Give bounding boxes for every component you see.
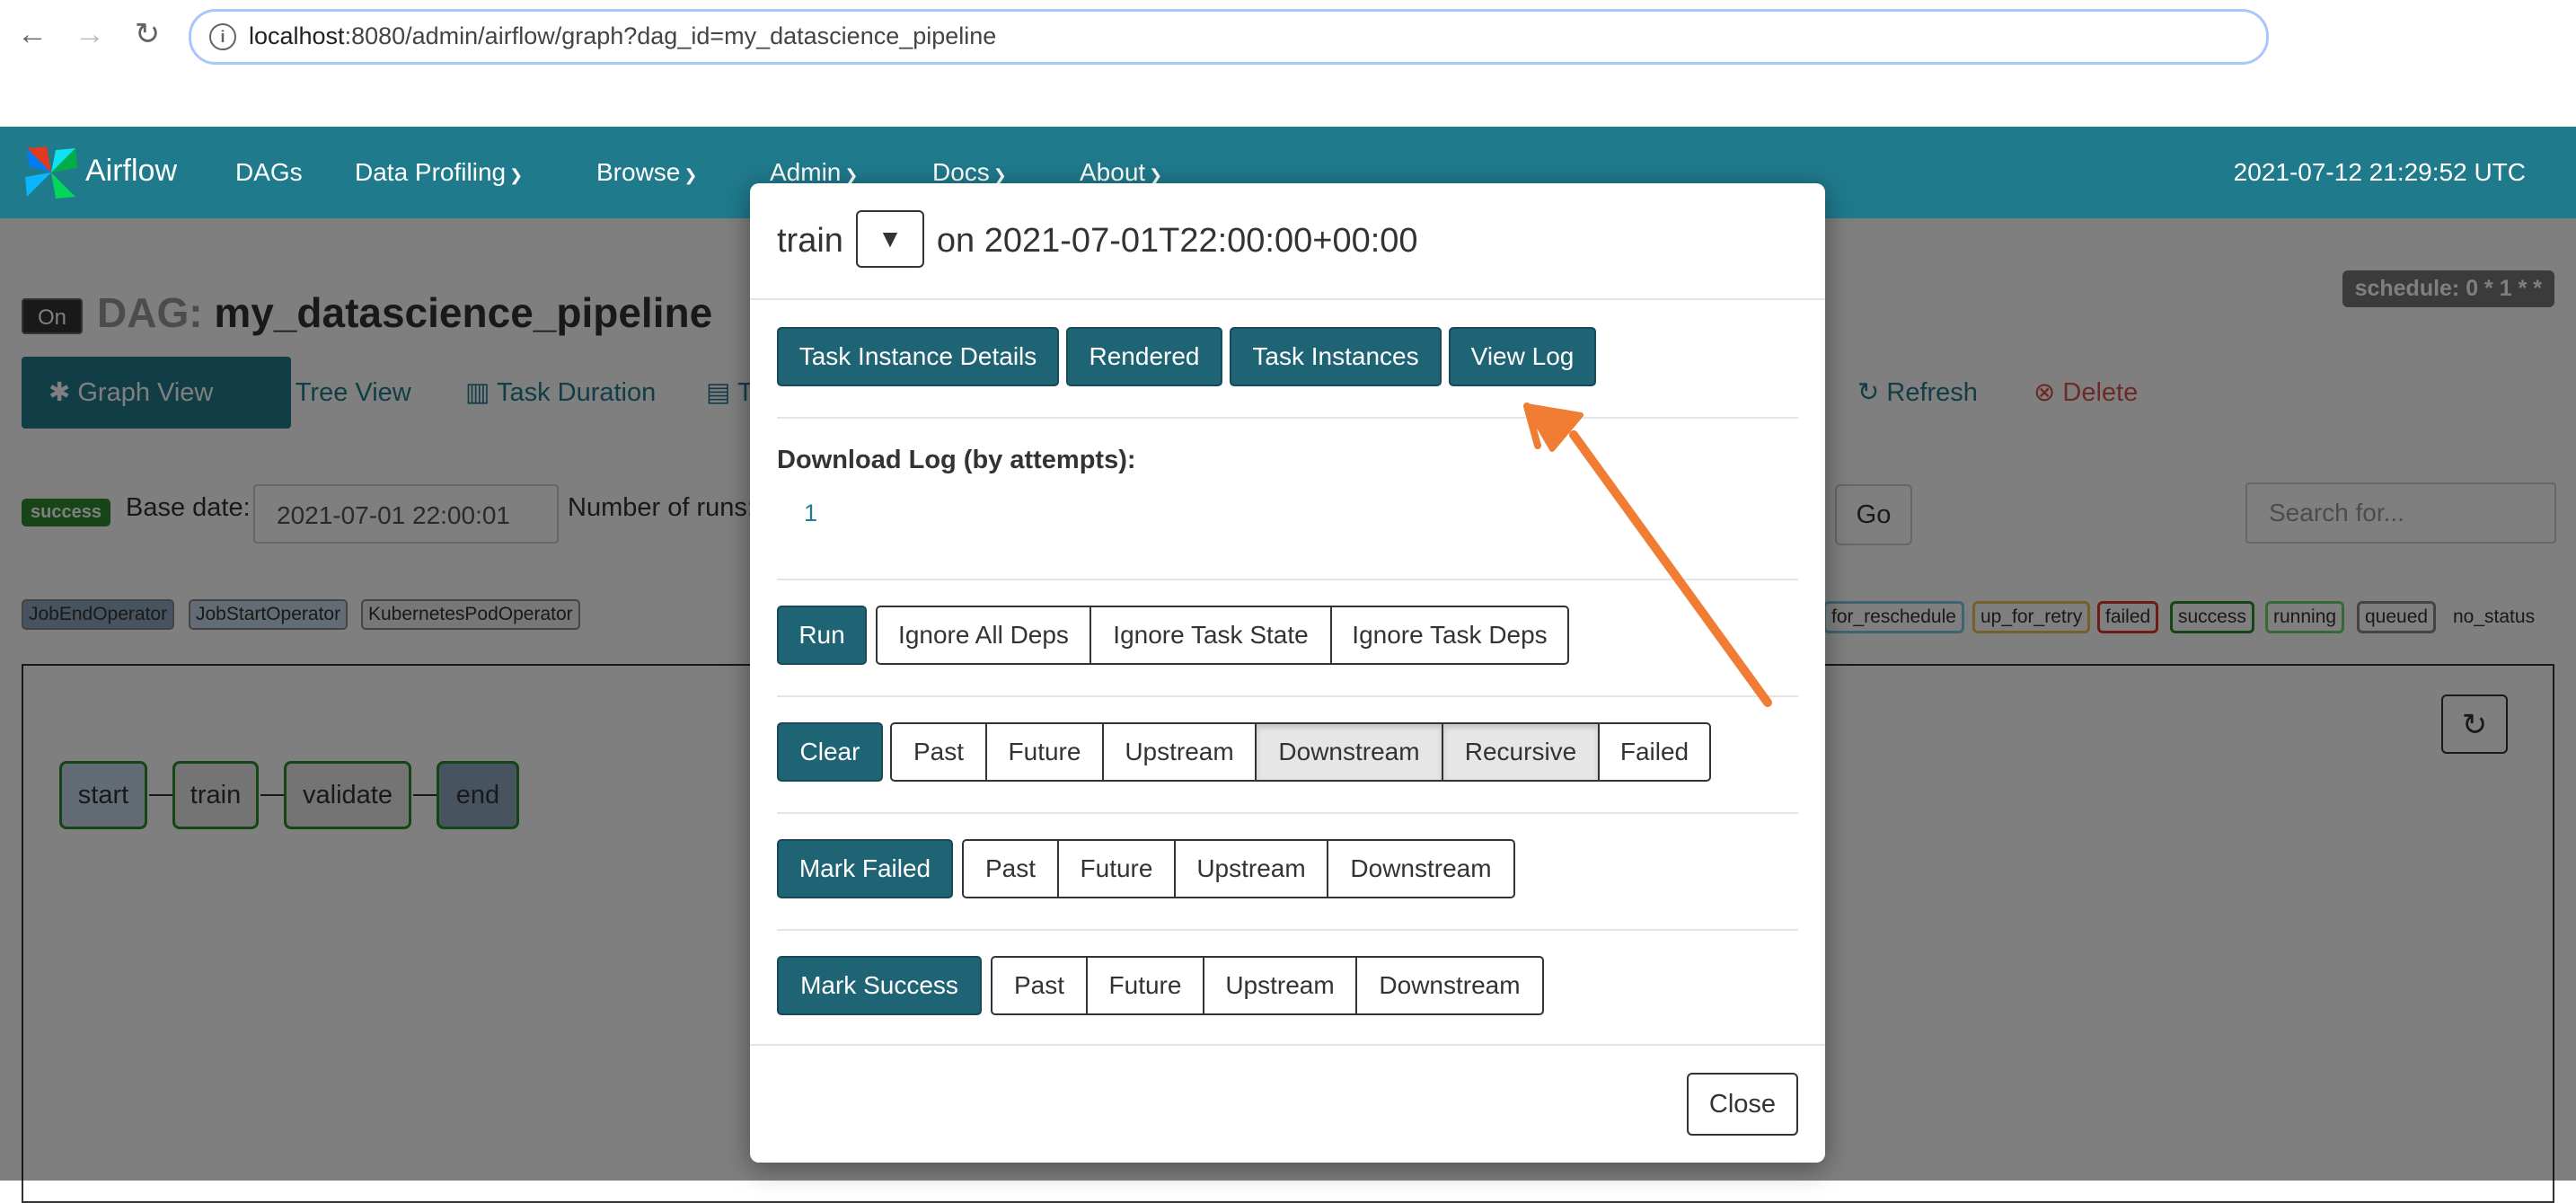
view-log-button[interactable]: View Log (1449, 327, 1596, 386)
task-instance-details-button[interactable]: Task Instance Details (777, 327, 1059, 386)
mark-success-button[interactable]: Mark Success (777, 956, 982, 1015)
divider (777, 417, 1798, 419)
nav-about-label: About (1080, 158, 1146, 186)
nav-dags-label: DAGs (235, 158, 303, 186)
url-path: :8080/admin/airflow/graph?dag_id=my_data… (344, 22, 997, 49)
clear-recursive-button[interactable]: Recursive (1442, 722, 1600, 782)
ignore-task-deps-button[interactable]: Ignore Task Deps (1330, 606, 1569, 665)
nav-data-profiling[interactable]: Data Profiling ❯ (355, 158, 523, 187)
ignore-all-deps-button[interactable]: Ignore All Deps (876, 606, 1091, 665)
info-icon[interactable]: i (209, 23, 236, 50)
success-past-button[interactable]: Past (991, 956, 1088, 1015)
nav-dags[interactable]: DAGs (235, 158, 303, 187)
nav-browse-label: Browse (596, 158, 681, 186)
clear-failed-button[interactable]: Failed (1598, 722, 1711, 782)
modal-footer-divider (750, 1044, 1825, 1046)
modal-header: train ▼ on 2021-07-01T22:00:00+00:00 (750, 183, 1825, 300)
chevron-down-icon: ❯ (509, 166, 524, 184)
rendered-button[interactable]: Rendered (1066, 327, 1222, 386)
ignore-task-state-button[interactable]: Ignore Task State (1090, 606, 1332, 665)
failed-upstream-button[interactable]: Upstream (1174, 839, 1328, 898)
divider (777, 579, 1798, 580)
divider (777, 929, 1798, 931)
url-text: localhost:8080/admin/airflow/graph?dag_i… (249, 22, 996, 50)
failed-downstream-button[interactable]: Downstream (1327, 839, 1515, 898)
failed-future-button[interactable]: Future (1057, 839, 1176, 898)
task-instance-modal: train ▼ on 2021-07-01T22:00:00+00:00 Task … (750, 183, 1825, 1163)
forward-arrow-icon[interactable]: → (72, 16, 108, 52)
chevron-down-icon: ❯ (1149, 166, 1163, 184)
mark-failed-button[interactable]: Mark Failed (777, 839, 953, 898)
back-arrow-icon[interactable]: ← (14, 16, 50, 52)
chevron-down-icon: ❯ (684, 166, 698, 184)
modal-task-name: train (777, 222, 843, 261)
nav-data-profiling-label: Data Profiling (355, 158, 507, 186)
address-bar[interactable]: i localhost:8080/admin/airflow/graph?dag… (189, 9, 2269, 65)
success-downstream-button[interactable]: Downstream (1355, 956, 1544, 1015)
close-button[interactable]: Close (1687, 1073, 1798, 1136)
browser-toolbar: ← → ↻ i localhost:8080/admin/airflow/gra… (0, 0, 2576, 126)
chevron-down-icon: ❯ (992, 166, 1007, 184)
url-host: localhost (249, 22, 345, 49)
clear-button[interactable]: Clear (777, 722, 883, 782)
reload-icon[interactable]: ↻ (129, 16, 165, 52)
chevron-down-icon: ❯ (844, 166, 859, 184)
clear-upstream-button[interactable]: Upstream (1102, 722, 1257, 782)
clear-past-button[interactable]: Past (890, 722, 987, 782)
nav-admin-label: Admin (770, 158, 842, 186)
modal-title: train ▼ on 2021-07-01T22:00:00+00:00 (777, 210, 1418, 271)
brand-name[interactable]: Airflow (85, 154, 177, 189)
failed-past-button[interactable]: Past (962, 839, 1059, 898)
modal-execution-date: on 2021-07-01T22:00:00+00:00 (936, 222, 1418, 261)
run-button[interactable]: Run (777, 606, 867, 665)
download-log-label: Download Log (by attempts): (777, 446, 1136, 474)
nav-docs-label: Docs (932, 158, 990, 186)
server-clock: 2021-07-12 21:29:52 UTC (2233, 158, 2526, 186)
divider (777, 812, 1798, 814)
task-instances-button[interactable]: Task Instances (1230, 327, 1442, 386)
log-attempt-link[interactable]: 1 (804, 500, 817, 527)
nav-browse[interactable]: Browse ❯ (596, 158, 697, 187)
clear-downstream-button[interactable]: Downstream (1255, 722, 1443, 782)
success-future-button[interactable]: Future (1086, 956, 1204, 1015)
filter-icon[interactable]: ▼ (855, 210, 924, 268)
airflow-logo-icon[interactable] (20, 139, 83, 206)
divider (777, 695, 1798, 697)
clear-future-button[interactable]: Future (985, 722, 1104, 782)
success-upstream-button[interactable]: Upstream (1203, 956, 1357, 1015)
